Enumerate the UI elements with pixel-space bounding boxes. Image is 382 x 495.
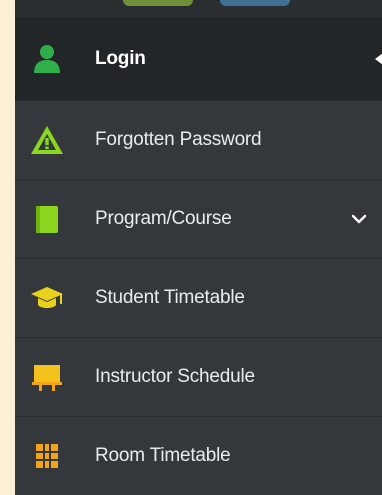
menu-item-program-course[interactable]: Program/Course (15, 180, 382, 259)
header-strip (15, 0, 382, 17)
menu-item-label: Student Timetable (95, 287, 245, 308)
menu-item-label: Program/Course (95, 208, 232, 229)
menu-item-label: Room Timetable (95, 445, 231, 466)
menu-item-label: Login (95, 47, 146, 69)
collapse-arrow-icon[interactable] (373, 52, 382, 66)
page: Login Forgotten Password Program/Course (0, 0, 382, 495)
menu-item-login[interactable]: Login (15, 17, 382, 101)
menu-item-room-timetable[interactable]: Room Timetable (15, 417, 382, 495)
grid-icon (36, 444, 58, 468)
book-icon (36, 206, 58, 233)
menu-item-forgotten-password[interactable]: Forgotten Password (15, 101, 382, 180)
user-icon (34, 44, 60, 73)
warning-triangle-icon (31, 126, 63, 154)
menu-item-student-timetable[interactable]: Student Timetable (15, 259, 382, 338)
chevron-down-icon[interactable] (351, 213, 367, 225)
header-tab-green[interactable] (123, 0, 193, 6)
graduation-cap-icon (31, 287, 63, 308)
menu-item-instructor-schedule[interactable]: Instructor Schedule (15, 338, 382, 417)
menu-item-label: Forgotten Password (95, 129, 262, 150)
menu-item-label: Instructor Schedule (95, 366, 255, 387)
presentation-board-icon (32, 365, 62, 391)
header-tab-blue[interactable] (220, 0, 290, 6)
sidebar-menu: Login Forgotten Password Program/Course (15, 0, 382, 495)
